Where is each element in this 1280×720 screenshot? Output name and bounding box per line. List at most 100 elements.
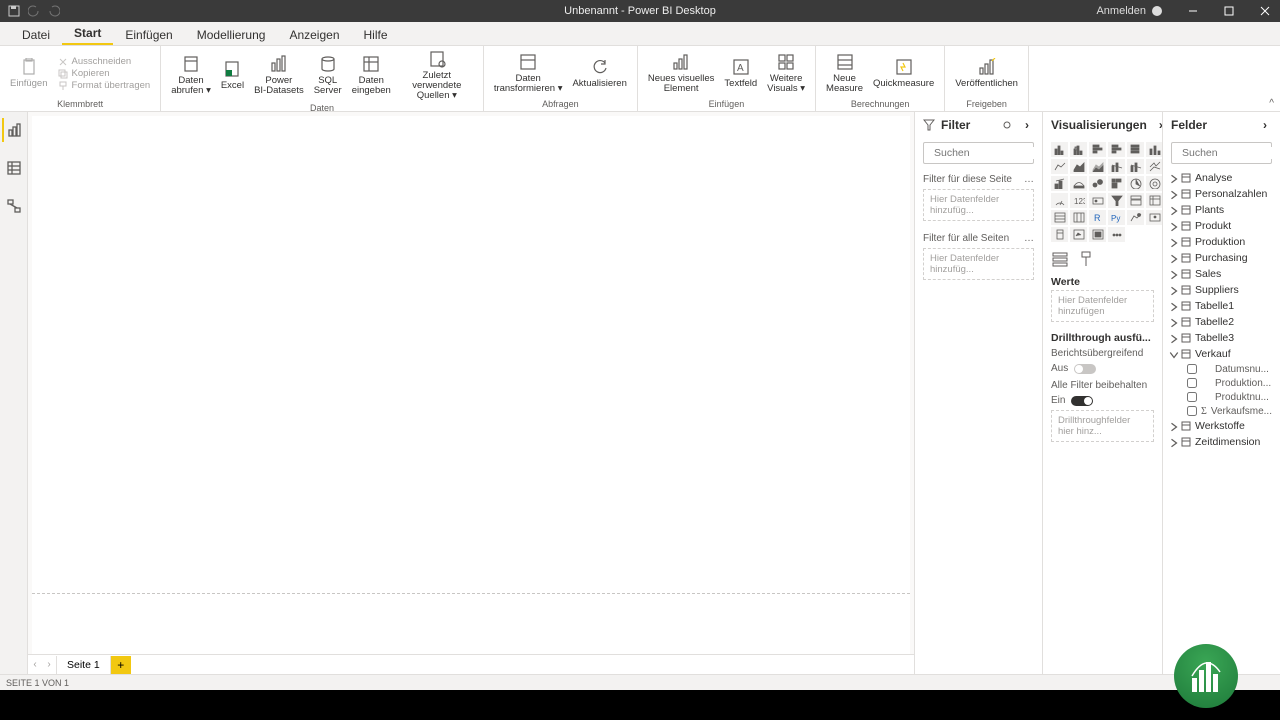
refresh-button[interactable]: Aktualisieren: [568, 56, 630, 91]
new-measure-button[interactable]: Neue Measure: [822, 51, 867, 96]
maximize-button[interactable]: [1214, 0, 1244, 22]
field-table-purchasing[interactable]: Purchasing: [1167, 250, 1276, 266]
menu-anzeigen[interactable]: Anzeigen: [277, 24, 351, 45]
viz-type-32[interactable]: [1089, 227, 1106, 242]
cut-button[interactable]: Ausschneiden: [54, 56, 155, 67]
viz-type-30[interactable]: [1051, 227, 1068, 242]
viz-type-14[interactable]: [1089, 176, 1106, 191]
viz-type-10[interactable]: [1127, 159, 1144, 174]
field-column-2[interactable]: Produktnu...: [1187, 390, 1276, 404]
field-table-analyse[interactable]: Analyse: [1167, 170, 1276, 186]
viz-type-23[interactable]: [1146, 193, 1163, 208]
data-view-button[interactable]: [2, 156, 26, 180]
field-table-tabelle3[interactable]: Tabelle3: [1167, 330, 1276, 346]
viz-type-27[interactable]: Py: [1108, 210, 1125, 225]
field-table-tabelle1[interactable]: Tabelle1: [1167, 298, 1276, 314]
field-table-personalzahlen[interactable]: Personalzahlen: [1167, 186, 1276, 202]
fields-collapse-icon[interactable]: ›: [1258, 118, 1272, 132]
report-canvas[interactable]: [32, 116, 910, 654]
viz-type-29[interactable]: [1146, 210, 1163, 225]
field-table-suppliers[interactable]: Suppliers: [1167, 282, 1276, 298]
format-painter-button[interactable]: Format übertragen: [54, 80, 155, 91]
viz-type-18[interactable]: [1051, 193, 1068, 208]
transform-data-button[interactable]: Daten transformieren ▾: [490, 51, 567, 96]
viz-type-26[interactable]: R: [1089, 210, 1106, 225]
viz-type-28[interactable]: [1127, 210, 1144, 225]
page-prev[interactable]: ‹: [28, 656, 42, 674]
field-column-3[interactable]: ΣVerkaufsme...: [1187, 404, 1276, 418]
field-table-produkt[interactable]: Produkt: [1167, 218, 1276, 234]
field-column-0[interactable]: Datumsnu...: [1187, 362, 1276, 376]
viz-type-11[interactable]: [1146, 159, 1163, 174]
menu-hilfe[interactable]: Hilfe: [352, 24, 400, 45]
field-table-produktion[interactable]: Produktion: [1167, 234, 1276, 250]
close-button[interactable]: [1250, 0, 1280, 22]
viz-type-16[interactable]: [1127, 176, 1144, 191]
menu-datei[interactable]: Datei: [10, 24, 62, 45]
viz-type-9[interactable]: [1108, 159, 1125, 174]
copy-button[interactable]: Kopieren: [54, 68, 155, 79]
more-visuals-button[interactable]: Weitere Visuals ▾: [763, 51, 809, 96]
viz-type-3[interactable]: [1108, 142, 1125, 157]
viz-type-31[interactable]: [1070, 227, 1087, 242]
viz-type-19[interactable]: 123: [1070, 193, 1087, 208]
get-data-button[interactable]: Daten abrufen ▾: [167, 53, 215, 98]
viz-type-7[interactable]: [1070, 159, 1087, 174]
undo-icon[interactable]: [28, 5, 40, 17]
viz-type-25[interactable]: [1070, 210, 1087, 225]
field-column-1[interactable]: Produktion...: [1187, 376, 1276, 390]
viz-type-4[interactable]: [1127, 142, 1144, 157]
page-tab-1[interactable]: Seite 1: [56, 656, 111, 674]
save-icon[interactable]: [8, 5, 20, 17]
excel-button[interactable]: Excel: [217, 58, 248, 93]
page-next[interactable]: ›: [42, 656, 56, 674]
viz-type-33[interactable]: [1108, 227, 1125, 242]
viz-type-15[interactable]: [1108, 176, 1125, 191]
quick-measure-button[interactable]: Quickmeasure: [869, 56, 938, 91]
fields-search[interactable]: [1171, 142, 1272, 164]
filter-search[interactable]: [923, 142, 1034, 164]
minimize-button[interactable]: [1178, 0, 1208, 22]
viz-type-13[interactable]: [1070, 176, 1087, 191]
filter-collapse-icon[interactable]: ›: [1020, 118, 1034, 132]
model-view-button[interactable]: [2, 194, 26, 218]
field-table-plants[interactable]: Plants: [1167, 202, 1276, 218]
paste-button[interactable]: Einfügen: [6, 56, 52, 91]
menu-start[interactable]: Start: [62, 22, 113, 45]
cross-report-toggle[interactable]: [1074, 364, 1096, 374]
field-table-sales[interactable]: Sales: [1167, 266, 1276, 282]
viz-type-21[interactable]: [1108, 193, 1125, 208]
viz-type-5[interactable]: [1146, 142, 1163, 157]
keep-filters-toggle[interactable]: [1071, 396, 1093, 406]
redo-icon[interactable]: [48, 5, 60, 17]
viz-type-0[interactable]: [1051, 142, 1068, 157]
textbox-button[interactable]: ATextfeld: [720, 56, 761, 91]
pbi-datasets-button[interactable]: Power BI-Datasets: [250, 53, 308, 98]
viz-type-17[interactable]: [1146, 176, 1163, 191]
all-filter-dropzone[interactable]: Hier Datenfelder hinzufüg...: [923, 248, 1034, 280]
menu-modellierung[interactable]: Modellierung: [185, 24, 278, 45]
drillthrough-dropzone[interactable]: Drillthroughfelder hier hinz...: [1051, 410, 1154, 442]
viz-type-2[interactable]: [1089, 142, 1106, 157]
viz-type-20[interactable]: [1089, 193, 1106, 208]
viz-type-1[interactable]: [1070, 142, 1087, 157]
recent-sources-button[interactable]: Zuletzt verwendete Quellen ▾: [397, 48, 477, 103]
enter-data-button[interactable]: Daten eingeben: [348, 53, 395, 98]
new-visual-button[interactable]: Neues visuelles Element: [644, 51, 719, 96]
viz-type-12[interactable]: [1051, 176, 1068, 191]
filter-eye-icon[interactable]: [1000, 118, 1014, 132]
viz-type-24[interactable]: [1051, 210, 1068, 225]
sql-server-button[interactable]: SQL Server: [310, 53, 346, 98]
signin-button[interactable]: Anmelden: [1086, 5, 1172, 17]
viz-type-22[interactable]: [1127, 193, 1144, 208]
format-tab[interactable]: [1077, 250, 1095, 268]
ribbon-collapse[interactable]: ^: [1269, 98, 1274, 109]
page-add-button[interactable]: +: [111, 656, 131, 674]
fields-well-tab[interactable]: [1051, 250, 1069, 268]
field-table-werkstoffe[interactable]: Werkstoffe: [1167, 418, 1276, 434]
report-view-button[interactable]: Bericht: [2, 118, 26, 142]
values-dropzone[interactable]: Hier Datenfelder hinzufügen: [1051, 290, 1154, 322]
page-filter-dropzone[interactable]: Hier Datenfelder hinzufüg...: [923, 189, 1034, 221]
field-table-verkauf[interactable]: Verkauf: [1167, 346, 1276, 362]
menu-einfuegen[interactable]: Einfügen: [113, 24, 184, 45]
